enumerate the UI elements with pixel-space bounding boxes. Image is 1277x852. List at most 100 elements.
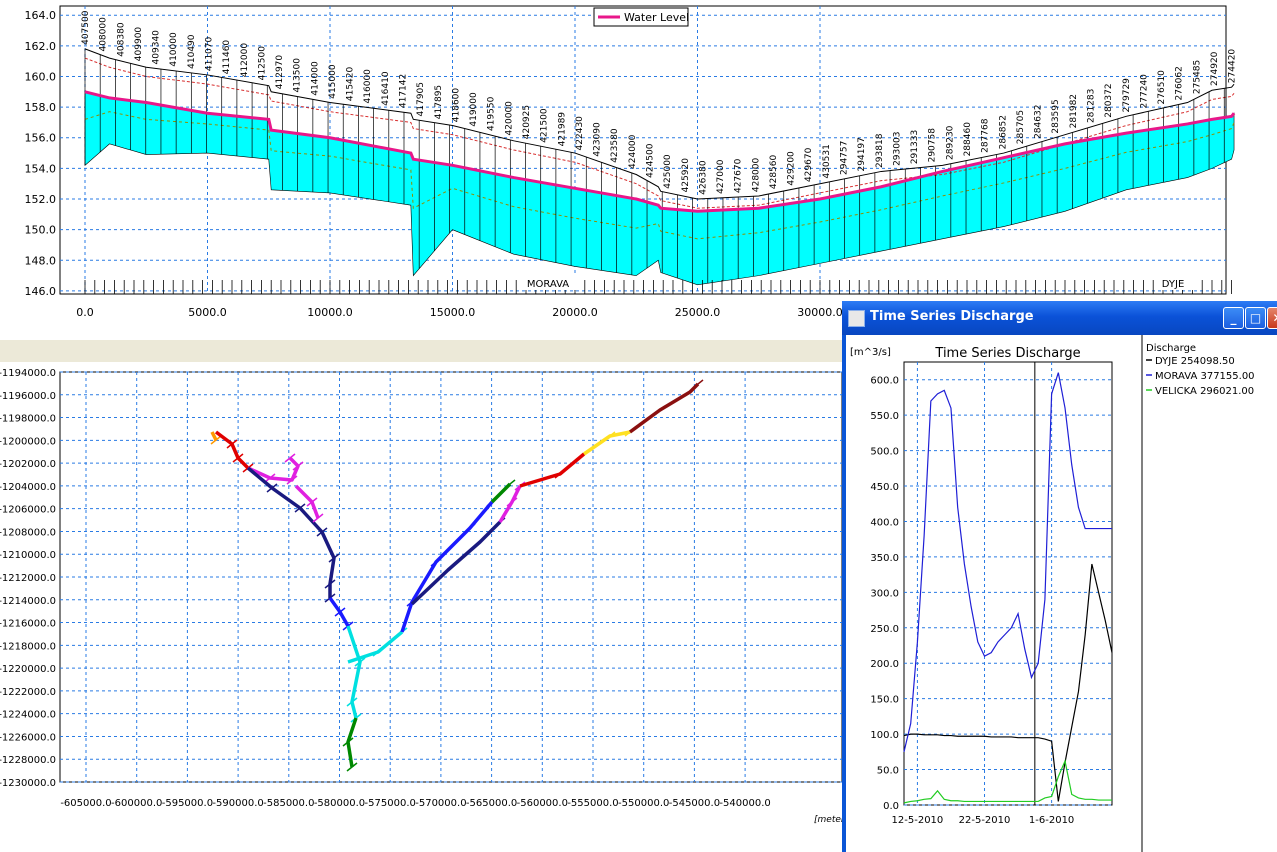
profile-x-tick-label: 30000.0 xyxy=(797,306,843,319)
map-x-tick-label: -550000.0 xyxy=(618,798,669,809)
legend-title: Discharge xyxy=(1146,343,1196,354)
map-x-tick-label: -575000.0 xyxy=(365,798,416,809)
chart-x-tick-label: 22-5-2010 xyxy=(959,815,1011,826)
close-button[interactable]: ✕ xyxy=(1267,307,1277,329)
map-y-tick-label: -1216000.0 xyxy=(0,619,56,630)
chainage-label: 427670 xyxy=(734,158,744,193)
legend-entry-2: VELICKA 296021.00 xyxy=(1155,386,1254,397)
chart-y-tick-label: 0.0 xyxy=(883,801,899,812)
chart-y-tick-label: 350.0 xyxy=(870,553,899,564)
chart-y-tick-label: 250.0 xyxy=(870,624,899,635)
map-y-tick-label: -1230000.0 xyxy=(0,778,56,789)
chainage-label: 290758 xyxy=(928,128,938,163)
profile-y-tick-label: 158.0 xyxy=(25,101,57,114)
map-y-tick-label: -1194000.0 xyxy=(0,368,56,379)
chainage-label: 428000 xyxy=(751,157,761,192)
map-x-tick-label: -585000.0 xyxy=(263,798,314,809)
splitter-bar[interactable] xyxy=(0,340,842,362)
chainage-label: 275485 xyxy=(1192,60,1202,94)
profile-y-tick-label: 150.0 xyxy=(25,224,57,237)
discharge-chart[interactable]: [m^3/s] Time Series Discharge 600.0 550.0 50… xyxy=(846,335,1277,852)
chart-y-tick-label: 600.0 xyxy=(870,376,899,387)
map-x-tick-label: -560000.0 xyxy=(517,798,568,809)
chart-title: Time Series Discharge xyxy=(934,346,1080,361)
chainage-label: 430531 xyxy=(822,144,832,178)
window-titlebar[interactable]: Time Series Discharge _ □ ✕ xyxy=(842,301,1277,335)
profile-y-tick-label: 162.0 xyxy=(25,40,57,53)
map-y-tick-label: -1200000.0 xyxy=(0,436,56,447)
chart-x-tick-label: 12-5-2010 xyxy=(892,815,944,826)
profile-y-tick-label: 164.0 xyxy=(25,9,57,22)
chainage-label: 426380 xyxy=(698,160,708,195)
profile-y-tick-label: 148.0 xyxy=(25,254,57,267)
chainage-label: 428560 xyxy=(769,154,779,189)
profile-plot[interactable]: 164.0 162.0 160.0 158.0 156.0 154.0 152.0 150.0… xyxy=(0,0,1240,340)
profile-panel[interactable]: 164.0 162.0 160.0 158.0 156.0 154.0 152.0 150.0… xyxy=(0,0,1240,340)
chainage-label: 412500 xyxy=(257,46,267,81)
chart-y-tick-label: 550.0 xyxy=(870,411,899,422)
chainage-label: 288460 xyxy=(963,122,973,157)
profile-x-tick-label: 10000.0 xyxy=(307,306,353,319)
map-x-tick-label: -590000.0 xyxy=(212,798,263,809)
chainage-label: 410490 xyxy=(187,34,197,69)
profile-x-tick-label: 0.0 xyxy=(76,306,94,319)
chainage-label: 419000 xyxy=(469,92,479,127)
chainage-label: 289230 xyxy=(945,125,955,160)
legend-entry-1: MORAVA 377155.00 xyxy=(1155,371,1255,382)
chainage-label: 294197 xyxy=(857,137,867,171)
map-y-tick-label: -1220000.0 xyxy=(0,664,56,675)
chainage-label: 283595 xyxy=(1051,99,1061,133)
profile-y-tick-label: 160.0 xyxy=(25,70,57,83)
chainage-label: 281283 xyxy=(1086,89,1096,123)
chainage-label: 415420 xyxy=(346,66,356,101)
maximize-button[interactable]: □ xyxy=(1245,307,1266,329)
map-y-tick-label: -1210000.0 xyxy=(0,550,56,561)
time-series-window[interactable]: Time Series Discharge _ □ ✕ [m^3/s] Time … xyxy=(842,301,1277,852)
chainage-label: 412000 xyxy=(240,43,250,78)
chart-x-tick-label: 1-6-2010 xyxy=(1029,815,1074,826)
map-y-tick-label: -1196000.0 xyxy=(0,391,56,402)
map-x-tick-label: -565000.0 xyxy=(466,798,517,809)
chainage-label: 287768 xyxy=(981,118,991,153)
map-unit-label: [meter xyxy=(814,815,842,825)
profile-x-tick-label: 20000.0 xyxy=(552,306,598,319)
profile-x-tick-label: 15000.0 xyxy=(430,306,476,319)
chainage-label: 408000 xyxy=(99,17,109,52)
network-map[interactable]: -1194000.0 -1196000.0 -1198000.0 -1200000.0… xyxy=(0,362,842,852)
chainage-label: 411070 xyxy=(204,36,214,71)
profile-x-tick-label: 25000.0 xyxy=(675,306,721,319)
chainage-label: 425000 xyxy=(663,154,673,189)
chainage-label: 276510 xyxy=(1157,70,1167,105)
chainage-label: 413500 xyxy=(293,58,303,93)
map-y-tick-label: -1198000.0 xyxy=(0,414,56,425)
map-x-tick-label: -570000.0 xyxy=(415,798,466,809)
profile-y-tick-label: 152.0 xyxy=(25,193,57,206)
chainage-label: 276062 xyxy=(1175,66,1185,100)
chainage-label: 425920 xyxy=(681,158,691,193)
chainage-label: 415000 xyxy=(328,64,338,99)
chainage-label: 417905 xyxy=(416,82,426,116)
chainage-label: 280372 xyxy=(1104,83,1114,117)
chainage-label: 409900 xyxy=(134,27,144,62)
chainage-label: 286852 xyxy=(998,115,1008,149)
chainage-label: 424000 xyxy=(628,134,638,169)
chainage-label: 424500 xyxy=(645,143,655,178)
chainage-label: 274920 xyxy=(1210,51,1220,86)
chart-y-tick-label: 450.0 xyxy=(870,482,899,493)
chart-y-unit-label: [m^3/s] xyxy=(850,347,891,358)
chainage-label: 422430 xyxy=(575,116,585,151)
map-y-tick-label: -1204000.0 xyxy=(0,482,56,493)
chainage-label: 410000 xyxy=(169,32,179,67)
chainage-label: 416000 xyxy=(363,69,373,104)
map-y-tick-label: -1224000.0 xyxy=(0,710,56,721)
map-panel[interactable]: -1194000.0 -1196000.0 -1198000.0 -1200000.0… xyxy=(0,362,842,852)
minimize-button[interactable]: _ xyxy=(1223,307,1244,329)
map-x-tick-label: -605000.0 xyxy=(60,798,111,809)
map-y-tick-label: -1212000.0 xyxy=(0,573,56,584)
chainage-label: 412970 xyxy=(275,55,285,90)
map-y-tick-label: -1208000.0 xyxy=(0,527,56,538)
chainage-label: 418600 xyxy=(451,88,461,123)
right-blank-area xyxy=(1240,0,1277,301)
chainage-label: 414000 xyxy=(310,61,320,96)
chainage-label: 420925 xyxy=(522,105,532,139)
